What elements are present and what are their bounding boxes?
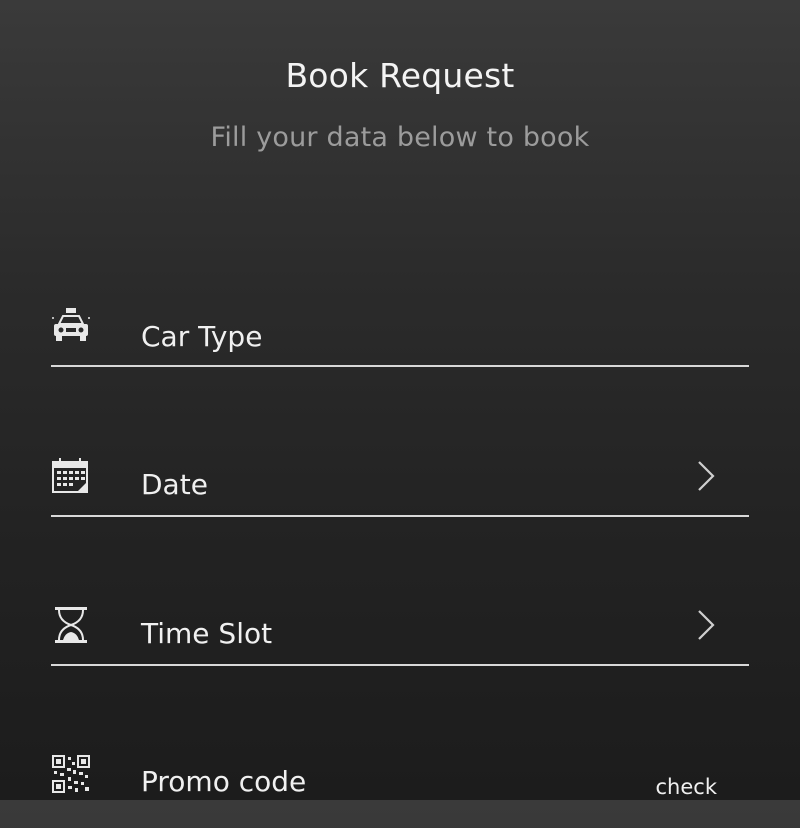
promo-code-field[interactable]: Promo code check xyxy=(51,748,749,828)
car-type-underline xyxy=(51,365,749,367)
date-underline xyxy=(51,515,749,517)
date-field[interactable]: Date xyxy=(51,450,749,530)
time-slot-field[interactable]: Time Slot xyxy=(51,600,749,680)
chevron-right-icon xyxy=(693,456,719,496)
qr-code-icon xyxy=(51,754,91,794)
chevron-right-icon xyxy=(693,605,719,645)
page-subtitle: Fill your data below to book xyxy=(210,122,590,153)
hourglass-icon xyxy=(51,605,91,645)
page-title: Book Request xyxy=(285,56,515,95)
date-label: Date xyxy=(141,468,208,501)
taxi-icon xyxy=(51,306,91,346)
car-type-field[interactable]: Car Type xyxy=(51,300,749,380)
promo-code-label: Promo code xyxy=(141,765,307,798)
calendar-icon xyxy=(51,456,91,496)
check-promo-button[interactable]: check xyxy=(656,775,717,799)
time-slot-label: Time Slot xyxy=(141,617,273,650)
car-type-label: Car Type xyxy=(141,320,263,353)
time-slot-underline xyxy=(51,664,749,666)
